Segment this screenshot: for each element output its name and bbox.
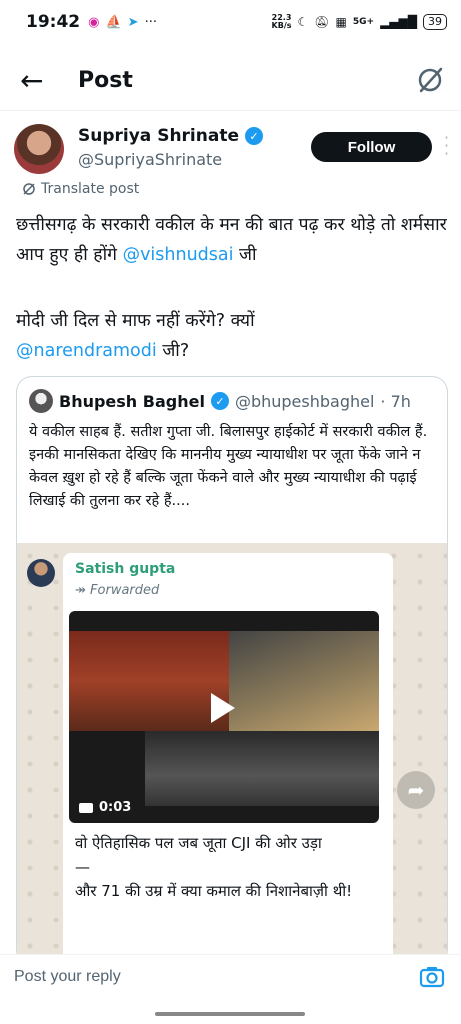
sim-icon: ▦ — [335, 15, 347, 29]
forwarded-icon: ↠ — [75, 583, 86, 598]
quoted-media-image[interactable]: Satish gupta ↠ Forwarded 0:03 वो ऐतिहासि… — [17, 543, 447, 965]
mention-link[interactable]: @narendramodi — [16, 341, 157, 361]
moon-icon: ☾ — [297, 15, 309, 29]
telegram-icon: ➤ — [127, 14, 139, 30]
more-notifications-icon: ··· — [144, 14, 157, 30]
back-arrow-icon[interactable]: ← — [20, 64, 60, 97]
camera-icon[interactable] — [418, 963, 446, 991]
video-frame-court — [69, 631, 229, 731]
signal-icon: ▂▄▆█ — [380, 15, 417, 29]
quoted-author-name: Bhupesh Baghel — [59, 391, 205, 411]
video-frame-lawyers — [145, 731, 379, 806]
mute-icon: 🔕︎ — [314, 15, 330, 29]
reply-input[interactable] — [14, 965, 394, 989]
grok-icon[interactable] — [415, 65, 445, 95]
forward-share-icon: ➦ — [397, 771, 435, 809]
translate-label: Translate post — [41, 181, 140, 197]
post-text: छत्तीसगढ़ के सरकारी वकील के मन की बात पढ… — [16, 215, 447, 265]
header-divider — [0, 110, 461, 111]
quoted-post[interactable]: Bhupesh Baghel ✓ @bhupeshbaghel · 7h ये … — [16, 376, 448, 966]
play-icon[interactable] — [211, 693, 235, 723]
page-title: Post — [78, 67, 133, 93]
status-bar: 19:42 ◉ ⛵ ➤ ··· 22.3 KB/s ☾ 🔕︎ ▦ 5G+ ▂▄▆█… — [0, 0, 461, 44]
quoted-time: · 7h — [380, 391, 411, 411]
quoted-author-handle: @bhupeshbaghel — [234, 391, 375, 411]
quoted-avatar — [29, 389, 53, 413]
video-thumbnail[interactable]: 0:03 — [69, 611, 379, 823]
status-right: 22.3 KB/s ☾ 🔕︎ ▦ 5G+ ▂▄▆█ 39 — [272, 14, 447, 30]
avatar[interactable] — [14, 124, 64, 174]
instagram-icon: ◉ — [88, 14, 100, 30]
author-name-row[interactable]: Supriya Shrinate ✓ — [78, 126, 263, 146]
follow-button[interactable]: Follow — [311, 132, 432, 162]
author-handle[interactable]: @SupriyaShrinate — [78, 150, 222, 169]
gesture-nav-handle[interactable] — [155, 1012, 305, 1016]
quoted-author-row: Bhupesh Baghel ✓ @bhupeshbaghel · 7h — [29, 389, 411, 413]
whatsapp-sender: Satish gupta — [75, 561, 176, 577]
quoted-text: ये वकील साहब हैं. सतीश गुप्ता जी. बिलासप… — [29, 424, 428, 509]
app-notification-icon: ⛵ — [105, 14, 122, 30]
forwarded-label: ↠ Forwarded — [75, 583, 160, 598]
reply-bar — [0, 954, 461, 1000]
net-speed: 22.3 KB/s — [271, 13, 292, 30]
whatsapp-message-bubble: Satish gupta ↠ Forwarded 0:03 वो ऐतिहासि… — [63, 553, 393, 965]
post-author: Supriya Shrinate ✓ @SupriyaShrinate Foll… — [14, 124, 454, 180]
video-camera-icon — [79, 802, 93, 813]
video-duration: 0:03 — [79, 800, 131, 815]
whatsapp-sender-avatar — [27, 559, 55, 587]
post-text-2: मोदी जी दिल से माफ नहीं करेंगे? क्यों @n… — [16, 311, 255, 361]
status-time: 19:42 — [26, 12, 81, 32]
video-frame-hall — [229, 631, 379, 731]
battery-indicator: 39 — [423, 14, 447, 30]
translate-icon — [23, 183, 35, 195]
translate-post-link[interactable]: Translate post — [22, 181, 139, 197]
verified-badge-icon: ✓ — [210, 392, 229, 410]
mention-link[interactable]: @vishnudsai — [123, 245, 234, 265]
network-label: 5G+ — [352, 17, 375, 27]
whatsapp-caption: वो ऐतिहासिक पल जब जूता CJI की ओर उड़ा — … — [75, 834, 353, 900]
more-options-icon[interactable]: · · · — [444, 130, 449, 162]
verified-badge-icon: ✓ — [245, 127, 263, 145]
author-name: Supriya Shrinate — [78, 126, 239, 146]
top-bar: ← Post — [0, 52, 461, 108]
